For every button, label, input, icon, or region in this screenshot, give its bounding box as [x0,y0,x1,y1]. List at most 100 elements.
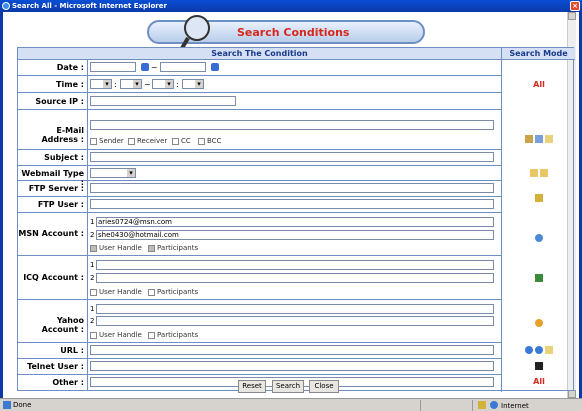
msn-user-icon[interactable] [535,233,543,242]
yahoo-account-2-input[interactable] [96,316,494,326]
msn-label: MSN Account : [18,229,84,238]
yahoo-user-handle-option[interactable]: User Handle [90,331,142,339]
page-icon [3,401,11,409]
date-to-input[interactable] [160,62,206,72]
subject-label: Subject : [44,153,84,162]
user-handle-checkbox[interactable] [90,288,97,296]
url-input[interactable] [90,345,494,355]
ftp-icon[interactable] [535,193,543,202]
folder-icon[interactable] [545,345,553,354]
telnet-label: Telnet User : [27,362,84,371]
yahoo-account-1-input[interactable] [96,304,494,314]
ftp-mode-icons [502,193,576,202]
terminal-icon[interactable] [535,361,543,370]
cc-checkbox[interactable] [172,137,179,145]
user-handle-label: User Handle [99,288,142,296]
envelope-icon[interactable] [525,134,533,143]
icq-account-1-input[interactable] [96,260,494,270]
ftp-user-input[interactable] [90,199,494,209]
email-cc-option[interactable]: CC [172,137,191,145]
msn-index-2: 2 [90,231,95,239]
icq-label: ICQ Account : [23,273,84,282]
yahoo-icon[interactable] [535,318,543,327]
telnet-user-input[interactable] [90,361,494,371]
ie-icon[interactable] [535,345,543,354]
yahoo-row: Yahoo Account : 1 2 User Handle Particip… [18,300,501,343]
yahoo-index-2: 2 [90,317,95,325]
receiver-label: Receiver [137,137,168,145]
reset-button[interactable]: Reset [238,380,266,393]
msn-account-1-input[interactable]: aries0724@msn.com [96,217,494,227]
participants-checkbox[interactable] [148,331,155,339]
ftp-server-cell [87,181,501,196]
yahoo-cell: 1 2 User Handle Participants [87,300,501,342]
ftp-user-row: FTP User : [18,197,501,213]
close-window-button[interactable]: × [570,1,580,11]
search-button[interactable]: Search [272,380,304,393]
telnet-row: Telnet User : [18,359,501,375]
scroll-up-arrow[interactable] [568,12,576,20]
icq-mode-icons [502,273,576,282]
email-row: E-Mail Address : Sender Receiver CC BCC [18,110,501,150]
participants-label: Participants [157,288,199,296]
page-frame: Search Conditions Search The Condition S… [0,12,582,398]
time-label: Time : [56,80,84,89]
time-to-minute-select[interactable] [182,79,204,89]
user-handle-checkbox[interactable] [90,331,97,339]
user-handle-label: User Handle [99,331,142,339]
time-separator: ~ [144,80,151,89]
bcc-label: BCC [207,137,222,145]
icq-account-2-input[interactable] [96,273,494,283]
time-cell: : ~ : [87,76,501,92]
email-sender-option[interactable]: Sender [90,137,124,145]
ftp-server-label: FTP Server : [28,184,84,193]
sender-checkbox[interactable] [90,137,97,145]
date-row: Date : ~ [18,60,501,76]
yahoo-participants-option[interactable]: Participants [148,331,198,339]
lock-icon [478,401,486,409]
email-input[interactable] [90,120,494,130]
icq-cell: 1 2 User Handle Participants [87,256,501,299]
ftp-server-input[interactable] [90,183,494,193]
email-receiver-option[interactable]: Receiver [128,137,167,145]
source-ip-input[interactable] [90,96,236,106]
msn-account-2-input[interactable]: she0430@hotmail.com [96,230,494,240]
msn-mode-icons [502,233,576,242]
time-row: Time : : ~ : [18,76,501,93]
time-from-minute-select[interactable] [120,79,142,89]
webmail-cell [87,166,501,180]
time-to-hour-select[interactable] [152,79,174,89]
source-ip-row: Source IP : [18,93,501,110]
folder-icon[interactable] [545,134,553,143]
date-from-input[interactable] [90,62,136,72]
calendar-icon[interactable] [211,63,219,71]
participants-checkbox[interactable] [148,244,155,252]
msn-participants-option[interactable]: Participants [148,244,198,252]
msn-cell: 1 aries0724@msn.com 2 she0430@hotmail.co… [87,213,501,255]
subject-input[interactable] [90,152,494,162]
email-bcc-option[interactable]: BCC [198,137,221,145]
folder-icon[interactable] [530,168,538,177]
icq-participants-option[interactable]: Participants [148,288,198,296]
msn-user-handle-option[interactable]: User Handle [90,244,142,252]
time-from-hour-select[interactable] [90,79,112,89]
icq-icon[interactable] [535,273,543,282]
bcc-checkbox[interactable] [198,137,205,145]
ie-icon[interactable] [525,345,533,354]
globe-icon [490,401,498,409]
user-handle-checkbox[interactable] [90,244,97,252]
participants-checkbox[interactable] [148,288,155,296]
status-text: Done [13,401,32,409]
date-cell: ~ [87,60,501,75]
close-button[interactable]: Close [309,380,339,393]
telnet-mode-icons [502,361,576,370]
receiver-checkbox[interactable] [128,137,135,145]
calendar-icon[interactable] [141,63,149,71]
webmail-type-select[interactable] [90,168,136,178]
action-buttons: Reset Search Close [3,380,582,393]
mail-open-icon[interactable] [535,134,543,143]
search-table: Search The Condition Search Mode Date : … [17,47,576,392]
folder-icon[interactable] [540,168,548,177]
icq-user-handle-option[interactable]: User Handle [90,288,142,296]
ftp-user-label: FTP User : [37,200,84,209]
